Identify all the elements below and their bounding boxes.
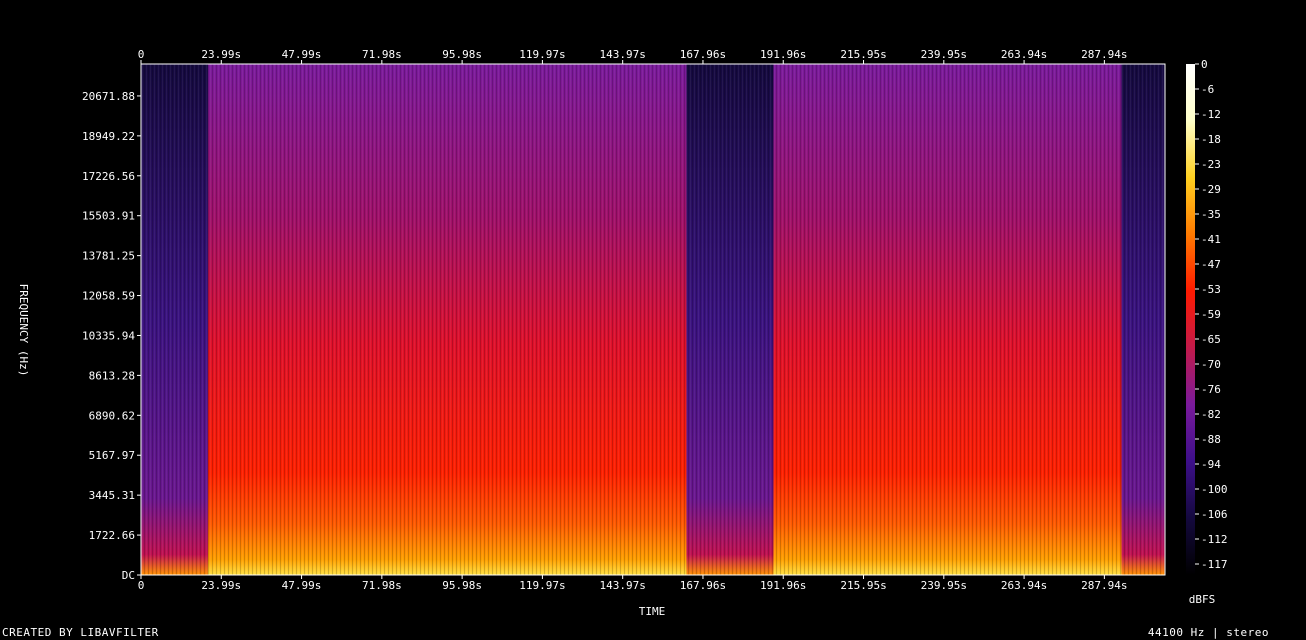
colorbar-tick-label: -106 (1201, 508, 1228, 521)
colorbar-tick-label: -100 (1201, 483, 1228, 496)
x-tick-label-top: 215.95s (840, 48, 886, 61)
x-tick-label-bottom: 119.97s (519, 579, 565, 592)
y-tick-label: 6890.62 (89, 409, 135, 422)
colorbar-tick-label: -70 (1201, 358, 1221, 371)
x-tick-label-top: 167.96s (680, 48, 726, 61)
x-tick-label-bottom: 215.95s (840, 579, 886, 592)
spectrogram-texture (1121, 64, 1165, 575)
y-tick-label: 8613.28 (89, 369, 135, 382)
x-tick-label-bottom: 167.96s (680, 579, 726, 592)
x-tick-label-top: 0 (138, 48, 145, 61)
colorbar-tick-label: -47 (1201, 258, 1221, 271)
colorbar-scale (1186, 64, 1195, 575)
x-tick-label-bottom: 143.97s (600, 579, 646, 592)
y-tick-label: 15503.91 (82, 210, 135, 223)
y-axis-title: FREQUENCY (Hz) (17, 284, 30, 377)
x-tick-label-top: 239.95s (921, 48, 967, 61)
y-tick-label: 18949.22 (82, 130, 135, 143)
colorbar-tick-label: -65 (1201, 333, 1221, 346)
colorbar-tick-label: -82 (1201, 408, 1221, 421)
y-tick-label: DC (122, 569, 135, 582)
y-tick-label: 13781.25 (82, 250, 135, 263)
x-tick-label-bottom: 47.99s (282, 579, 322, 592)
x-axis-title: TIME (639, 605, 666, 618)
colorbar-tick-label: -23 (1201, 158, 1221, 171)
colorbar-tick-label: -76 (1201, 383, 1221, 396)
spectrogram-texture (207, 64, 687, 575)
colorbar-tick-label: -41 (1201, 233, 1221, 246)
spectrogram-texture (773, 64, 1122, 575)
y-tick-label: 5167.97 (89, 449, 135, 462)
x-tick-label-top: 119.97s (519, 48, 565, 61)
colorbar-tick-label: -6 (1201, 83, 1214, 96)
x-tick-label-top: 191.96s (760, 48, 806, 61)
colorbar-tick-label: -53 (1201, 283, 1221, 296)
colorbar-tick-label: -59 (1201, 308, 1221, 321)
y-tick-label: 1722.66 (89, 529, 135, 542)
x-tick-label-bottom: 239.95s (921, 579, 967, 592)
colorbar-tick-label: -117 (1201, 558, 1228, 571)
footer-audio-info: 44100 Hz | stereo (1147, 626, 1269, 639)
colorbar-tick-label: -29 (1201, 183, 1221, 196)
colorbar-tick-label: -88 (1201, 433, 1221, 446)
x-tick-label-bottom: 263.94s (1001, 579, 1047, 592)
colorbar-tick-label: -35 (1201, 208, 1221, 221)
colorbar-title: dBFS (1189, 593, 1216, 606)
x-tick-label-top: 95.98s (442, 48, 482, 61)
colorbar-tick-label: -112 (1201, 533, 1228, 546)
x-tick-label-top: 263.94s (1001, 48, 1047, 61)
y-tick-label: 17226.56 (82, 170, 135, 183)
x-tick-label-top: 287.94s (1081, 48, 1127, 61)
y-tick-label: 3445.31 (89, 489, 135, 502)
x-tick-label-top: 71.98s (362, 48, 402, 61)
colorbar-tick-label: -12 (1201, 108, 1221, 121)
colorbar-tick-label: -18 (1201, 133, 1221, 146)
y-tick-label: 20671.88 (82, 90, 135, 103)
footer-credit: CREATED BY LIBAVFILTER (2, 626, 159, 639)
x-tick-label-top: 23.99s (201, 48, 241, 61)
spectrogram-texture (686, 64, 774, 575)
x-tick-label-bottom: 0 (138, 579, 145, 592)
colorbar-tick-label: -94 (1201, 458, 1221, 471)
colorbar-tick-label: 0 (1201, 58, 1208, 71)
x-tick-label-bottom: 71.98s (362, 579, 402, 592)
spectrogram-chart: 0 0 23.99s 23.99s 47.99s 47.99s 71.98s 71.98s 95… (17, 48, 1228, 618)
x-tick-label-top: 47.99s (282, 48, 322, 61)
x-tick-label-bottom: 23.99s (201, 579, 241, 592)
plot-area (140, 63, 1166, 576)
x-tick-label-bottom: 191.96s (760, 579, 806, 592)
y-tick-label: 12058.59 (82, 290, 135, 303)
y-tick-label: 10335.94 (82, 329, 135, 342)
x-tick-label-bottom: 95.98s (442, 579, 482, 592)
colorbar: 0 -6 -12 -18 -23 -29 -35 -41 -47 -53 -59 -65 -70 -76 -… (1186, 58, 1228, 575)
spectrogram-texture (141, 64, 208, 575)
x-tick-label-top: 143.97s (600, 48, 646, 61)
x-tick-label-bottom: 287.94s (1081, 579, 1127, 592)
